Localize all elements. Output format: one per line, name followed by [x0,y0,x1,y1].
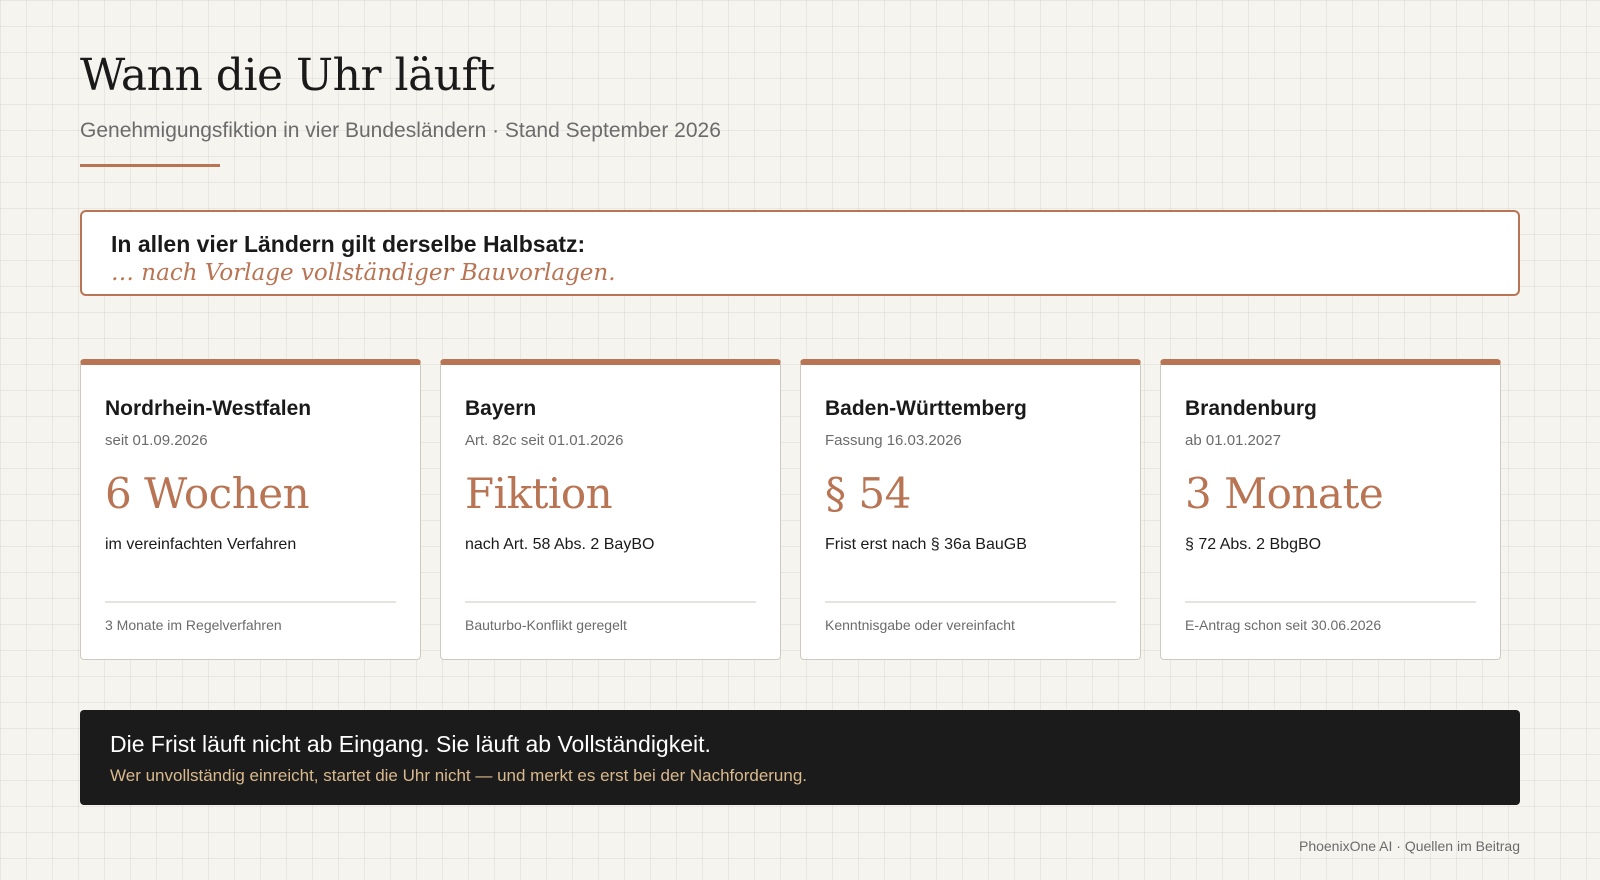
card-description: § 72 Abs. 2 BbgBO [1185,536,1322,553]
card-state-name: Baden-Württemberg [825,397,1027,420]
card-note: 3 Monate im Regelverfahren [105,617,282,633]
page-title: Wann die Uhr läuft [80,50,495,101]
card-divider [825,601,1116,603]
card-value: § 54 [825,469,911,518]
card-description: Frist erst nach § 36a BauGB [825,536,1027,553]
card-state-name: Brandenburg [1185,397,1317,420]
card-divider [105,601,396,603]
footer-credit: PhoenixOne AI · Quellen im Beitrag [1298,838,1520,854]
card-nordrhein-westfalen: Nordrhein-Westfalen seit 01.09.2026 6 Wo… [80,359,421,660]
banner-headline: Die Frist läuft nicht ab Eingang. Sie lä… [110,731,711,757]
card-value: Fiktion [465,469,613,518]
banner-subline: Wer unvollständig einreicht, startet die… [110,766,808,785]
card-date: seit 01.09.2026 [105,432,208,449]
callout-quote: … nach Vorlage vollständiger Bauvorlagen… [111,260,616,286]
card-note: E-Antrag schon seit 30.06.2026 [1185,617,1382,633]
card-note: Kenntnisgabe oder vereinfacht [825,617,1015,633]
callout-box: In allen vier Ländern gilt derselbe Halb… [80,210,1520,296]
callout-lead: In allen vier Ländern gilt derselbe Halb… [111,231,586,257]
card-state-name: Nordrhein-Westfalen [105,397,312,420]
card-description: nach Art. 58 Abs. 2 BayBO [465,536,655,553]
card-date: Art. 82c seit 01.01.2026 [465,432,624,449]
card-brandenburg: Brandenburg ab 01.01.2027 3 Monate § 72 … [1160,359,1501,660]
card-date: Fassung 16.03.2026 [825,432,962,449]
card-description: im vereinfachten Verfahren [105,536,297,553]
card-note: Bauturbo-Konflikt geregelt [465,617,627,633]
card-value: 3 Monate [1185,469,1384,518]
card-date: ab 01.01.2027 [1185,432,1281,449]
card-baden-wuerttemberg: Baden-Württemberg Fassung 16.03.2026 § 5… [800,359,1141,660]
title-underline [80,164,220,167]
page: Wann die Uhr läuft Genehmigungsfiktion i… [80,0,1520,880]
state-cards: Nordrhein-Westfalen seit 01.09.2026 6 Wo… [80,359,1501,660]
card-divider [465,601,756,603]
card-state-name: Bayern [465,397,537,420]
card-divider [1185,601,1476,603]
card-bayern: Bayern Art. 82c seit 01.01.2026 Fiktion … [440,359,781,660]
summary-banner: Die Frist läuft nicht ab Eingang. Sie lä… [80,710,1520,805]
page-subtitle: Genehmigungsfiktion in vier Bundesländer… [80,119,721,142]
card-value: 6 Wochen [105,469,310,518]
